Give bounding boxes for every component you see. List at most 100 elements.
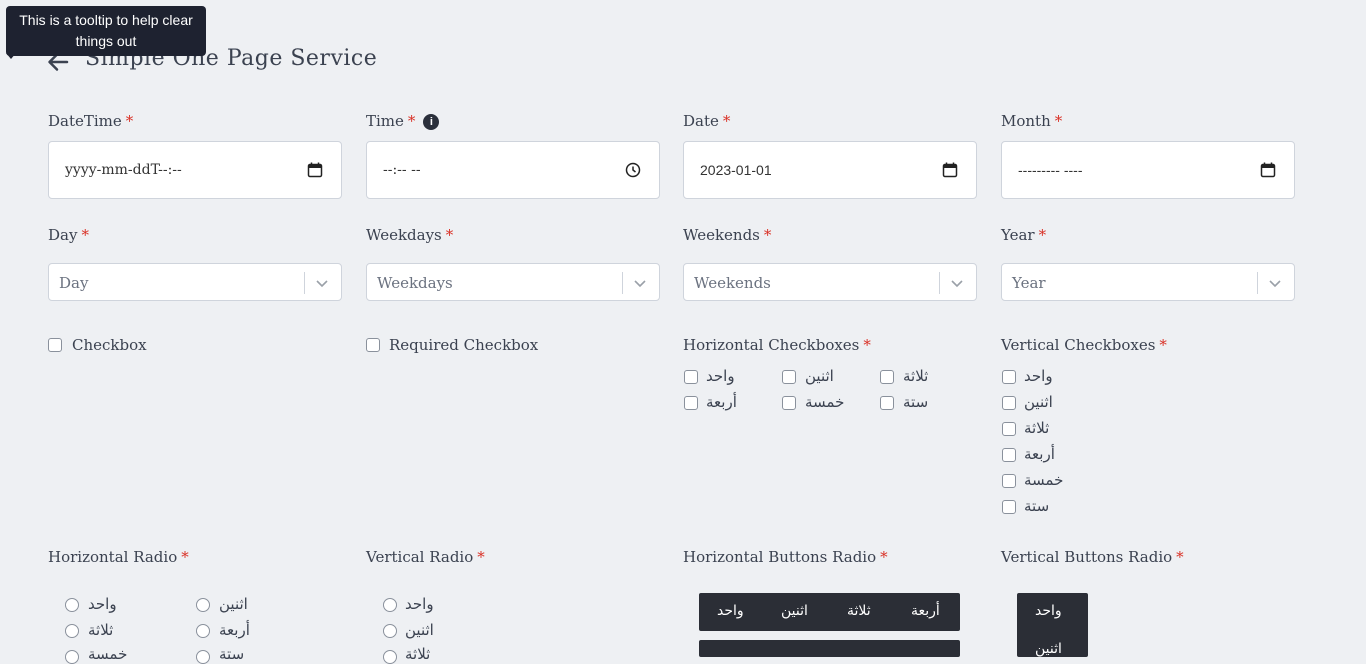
horizontal-radio-button[interactable]: اثنين xyxy=(781,603,808,619)
horizontal-checkbox-option-label: أربعة xyxy=(706,393,737,411)
required-marker: * xyxy=(763,226,772,244)
horizontal-radio-button[interactable]: أربعة xyxy=(911,603,940,619)
horizontal-buttons-radio-label: Horizontal Buttons Radio * xyxy=(683,548,888,566)
horizontal-buttons-radio-group: واحد اثنين ثلاثة أربعة xyxy=(699,593,960,631)
vertical-checkbox-option[interactable] xyxy=(1002,396,1016,410)
vertical-checkbox-option-label: أربعة xyxy=(1024,445,1055,463)
select-separator xyxy=(304,272,305,294)
horizontal-radio-option-label: اثنين xyxy=(219,595,248,613)
month-input[interactable]: --------- ---- xyxy=(1001,141,1295,199)
required-marker: * xyxy=(477,548,485,566)
vertical-checkbox-option[interactable] xyxy=(1002,422,1016,436)
year-label: Year * xyxy=(1001,226,1047,244)
date-input[interactable]: 2023-01-01 xyxy=(683,141,977,199)
vertical-checkbox-option[interactable] xyxy=(1002,474,1016,488)
vertical-radio-option[interactable] xyxy=(383,650,397,664)
calendar-icon[interactable] xyxy=(307,162,323,178)
select-separator xyxy=(939,272,940,294)
weekends-placeholder: Weekends xyxy=(694,274,771,292)
vertical-radio-button[interactable]: واحد xyxy=(1035,603,1062,619)
horizontal-buttons-radio-group-row2[interactable] xyxy=(699,640,960,657)
horizontal-radio-option-label: أربعة xyxy=(219,621,250,639)
time-label: Time * i xyxy=(366,112,440,130)
horizontal-radio-option[interactable] xyxy=(65,598,79,612)
horizontal-checkboxes-label: Horizontal Checkboxes * xyxy=(683,336,871,354)
chevron-down-icon[interactable] xyxy=(633,276,647,290)
vertical-buttons-radio-group: واحد اثنين xyxy=(1017,593,1088,657)
weekdays-select[interactable]: Weekdays xyxy=(366,263,660,301)
chevron-down-icon[interactable] xyxy=(315,276,329,290)
vertical-radio-option-label: واحد xyxy=(405,595,434,613)
horizontal-radio-option[interactable] xyxy=(65,624,79,638)
required-marker: * xyxy=(125,112,134,130)
vertical-checkbox-option-label: ثلاثة xyxy=(1024,419,1050,437)
day-placeholder: Day xyxy=(59,274,89,292)
vertical-radio-option[interactable] xyxy=(383,624,397,638)
year-select[interactable]: Year xyxy=(1001,263,1295,301)
horizontal-checkbox-option-label: اثنين xyxy=(805,367,834,385)
datetime-input[interactable]: yyyy-mm-ddT--:-- xyxy=(48,141,342,199)
required-marker: * xyxy=(445,226,454,244)
calendar-icon[interactable] xyxy=(1260,162,1276,178)
date-label: Date * xyxy=(683,112,731,130)
required-marker: * xyxy=(863,336,871,354)
clock-icon[interactable] xyxy=(625,162,641,178)
horizontal-checkbox-option[interactable] xyxy=(880,370,894,384)
select-separator xyxy=(622,272,623,294)
horizontal-checkbox-option[interactable] xyxy=(684,396,698,410)
horizontal-radio-button[interactable]: ثلاثة xyxy=(847,603,871,619)
vertical-checkbox-option-label: اثنين xyxy=(1024,393,1053,411)
horizontal-checkbox-option[interactable] xyxy=(782,396,796,410)
chevron-down-icon[interactable] xyxy=(1268,276,1282,290)
horizontal-radio-button[interactable]: واحد xyxy=(717,603,744,619)
horizontal-radio-option-label: واحد xyxy=(88,595,117,613)
horizontal-radio-option[interactable] xyxy=(196,650,210,664)
required-marker: * xyxy=(181,548,189,566)
horizontal-checkbox-option[interactable] xyxy=(684,370,698,384)
datetime-value: yyyy-mm-ddT--:-- xyxy=(65,162,182,178)
tooltip-text: This is a tooltip to help clear things o… xyxy=(19,12,193,49)
vertical-radio-label: Vertical Radio * xyxy=(366,548,485,566)
month-value: --------- ---- xyxy=(1018,162,1083,178)
horizontal-radio-option[interactable] xyxy=(196,624,210,638)
checkbox[interactable] xyxy=(48,338,62,352)
horizontal-checkbox-option-label: ثلاثة xyxy=(903,367,929,385)
datetime-label: DateTime * xyxy=(48,112,134,130)
vertical-radio-option-label: اثنين xyxy=(405,621,434,639)
vertical-checkbox-option-label: خمسة xyxy=(1024,471,1064,489)
vertical-checkbox-option-label: واحد xyxy=(1024,367,1053,385)
required-marker: * xyxy=(1054,112,1063,130)
vertical-checkbox-option[interactable] xyxy=(1002,500,1016,514)
horizontal-checkbox-option-label: واحد xyxy=(706,367,735,385)
required-marker: * xyxy=(1176,548,1184,566)
time-input[interactable]: --:-- -- xyxy=(366,141,660,199)
horizontal-checkbox-option-label: خمسة xyxy=(805,393,845,411)
horizontal-radio-label: Horizontal Radio * xyxy=(48,548,189,566)
horizontal-radio-option[interactable] xyxy=(65,650,79,664)
required-marker: * xyxy=(722,112,731,130)
required-checkbox[interactable] xyxy=(366,338,380,352)
horizontal-checkbox-option[interactable] xyxy=(880,396,894,410)
required-marker: * xyxy=(1038,226,1047,244)
required-marker: * xyxy=(407,112,416,130)
vertical-radio-option[interactable] xyxy=(383,598,397,612)
vertical-radio-button[interactable]: اثنين xyxy=(1035,641,1062,657)
day-label: Day * xyxy=(48,226,89,244)
weekdays-label: Weekdays * xyxy=(366,226,454,244)
chevron-down-icon[interactable] xyxy=(950,276,964,290)
checkbox-label: Checkbox xyxy=(72,336,147,354)
horizontal-radio-option-label: ستة xyxy=(219,645,245,663)
horizontal-radio-option-label: خمسة xyxy=(88,645,128,663)
horizontal-checkbox-option[interactable] xyxy=(782,370,796,384)
horizontal-radio-option[interactable] xyxy=(196,598,210,612)
day-select[interactable]: Day xyxy=(48,263,342,301)
vertical-checkbox-option[interactable] xyxy=(1002,448,1016,462)
required-marker: * xyxy=(880,548,888,566)
info-icon[interactable]: i xyxy=(423,114,440,130)
tooltip: This is a tooltip to help clear things o… xyxy=(6,6,206,56)
weekends-select[interactable]: Weekends xyxy=(683,263,977,301)
calendar-icon[interactable] xyxy=(942,162,958,178)
weekdays-placeholder: Weekdays xyxy=(377,274,453,292)
vertical-checkbox-option[interactable] xyxy=(1002,370,1016,384)
select-separator xyxy=(1257,272,1258,294)
